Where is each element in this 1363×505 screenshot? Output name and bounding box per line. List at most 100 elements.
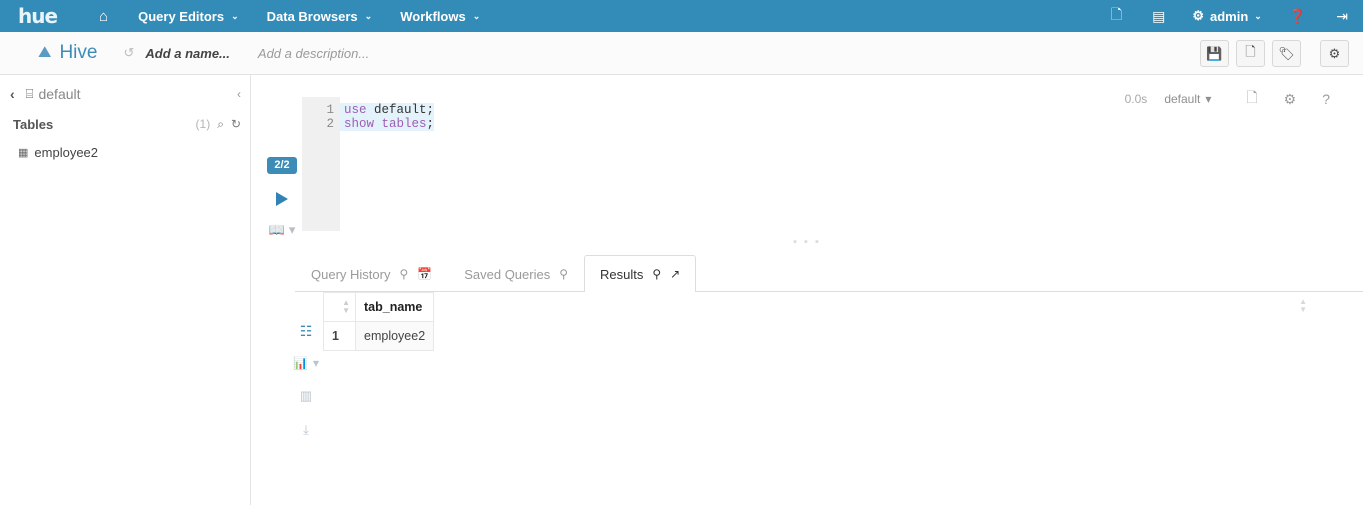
database-name: default <box>38 86 81 102</box>
search-icon[interactable]: ⚲ <box>652 267 661 281</box>
code-line: 1 use default; <box>302 103 1002 117</box>
run-icon[interactable] <box>276 192 288 206</box>
chevron-down-icon: ▾ <box>288 222 296 237</box>
sort-icon: ▲ ▼ <box>342 298 350 315</box>
chart-icon: 📊 <box>293 356 308 370</box>
table-header-row: ▲ ▼ tab_name <box>323 292 435 322</box>
logout-icon[interactable]: ⇥ <box>1321 0 1363 32</box>
tab-saved-queries[interactable]: Saved Queries ⚲ <box>448 255 584 292</box>
tables-count: (1) <box>195 117 211 131</box>
user-menu-label: admin <box>1209 8 1249 24</box>
editor-code-area[interactable]: 1 use default; 2 show tables; <box>302 103 1002 131</box>
gear-icon: ⚙ <box>1192 8 1204 23</box>
results-panel: ☷ 📊 ▾ ▥ ⤓ ▲ ▼ ▲ ▼ tab_name 1 employee2 <box>251 292 1363 505</box>
nav-item-workflows[interactable]: Workflows ⌄ <box>386 0 494 32</box>
nav-item-label: Query Editors <box>138 8 225 24</box>
sql-keyword: tables <box>374 117 427 131</box>
cell-tab-name: employee2 <box>354 321 435 351</box>
line-number: 1 <box>326 103 334 117</box>
expand-icon[interactable]: ↗ <box>670 267 680 281</box>
results-sort-indicator[interactable]: ▲ ▼ <box>1299 298 1307 314</box>
code-line: 2 show tables; <box>302 117 1002 131</box>
columns-view-icon[interactable]: ▥ <box>300 389 312 402</box>
sql-keyword: show <box>344 117 375 131</box>
nav-item-data-browsers[interactable]: Data Browsers ⌄ <box>253 0 387 32</box>
results-table: ▲ ▼ tab_name 1 employee2 <box>323 292 435 351</box>
query-description-input[interactable]: Add a description... <box>258 46 369 61</box>
execute-controls: 2/2 📖 ▾ <box>259 157 305 238</box>
grid-view-icon[interactable]: ☷ <box>300 324 313 338</box>
editor-document-icon[interactable]: 🗋 <box>1233 87 1270 111</box>
editor-help-icon[interactable]: ? <box>1309 91 1343 107</box>
new-query-button[interactable]: 🗋 <box>1236 40 1265 67</box>
jobs-icon[interactable]: ▤ <box>1137 0 1180 32</box>
panel-splitter-handle[interactable]: ▪ ▪ ▪ <box>251 237 1363 248</box>
search-icon[interactable]: ⚲ <box>399 267 408 281</box>
results-table-head: ▲ ▼ tab_name <box>323 292 435 322</box>
database-selector[interactable]: default ▾ <box>1164 92 1233 106</box>
line-number: 2 <box>326 117 334 131</box>
sidebar-tables-actions: (1) ⌕ ↻ <box>196 117 241 132</box>
row-number-header[interactable]: ▲ ▼ <box>323 292 356 322</box>
tab-results[interactable]: Results ⚲ ↗ <box>584 255 697 292</box>
hue-logo[interactable]: hue <box>18 6 58 26</box>
chart-view-control[interactable]: 📊 ▾ <box>293 356 319 370</box>
editor-meta-bar: 0.0s default ▾ 🗋 ⚙ ? <box>1125 87 1343 111</box>
query-name-input[interactable]: Add a name... <box>145 46 230 61</box>
chevron-down-icon: ▾ <box>1205 92 1212 106</box>
editor-settings-icon[interactable]: ⚙ <box>1271 91 1310 108</box>
help-icon[interactable]: ❓ <box>1274 0 1321 32</box>
tab-label: Saved Queries <box>464 266 551 282</box>
chevron-down-icon: ⌄ <box>472 10 481 21</box>
database-icon: ⌸ <box>25 86 34 101</box>
column-header-tab-name[interactable]: tab_name <box>354 292 435 322</box>
nav-item-query-editors[interactable]: Query Editors ⌄ <box>124 0 253 32</box>
sidebar-item-label: employee2 <box>34 145 99 160</box>
app-header-bar: ⛰ Hive ↺ Add a name... Add a description… <box>0 32 1363 75</box>
explain-control[interactable]: 📖 ▾ <box>269 222 296 238</box>
user-menu[interactable]: ⚙ admin ⌄ <box>1180 0 1274 32</box>
app-title: Hive <box>59 42 98 63</box>
page-body: ‹ ⌸ default ‹ Tables (1) ⌕ ↻ ▦ employee2… <box>0 75 1363 505</box>
code-line-text: show tables; <box>340 117 435 131</box>
back-chevron-icon[interactable]: ‹ <box>10 86 15 102</box>
chevron-down-icon: ▾ <box>312 356 319 370</box>
refresh-icon[interactable]: ↻ <box>231 117 241 131</box>
settings-button[interactable]: ⚙ <box>1320 40 1349 67</box>
search-icon[interactable]: ⌕ <box>217 117 224 132</box>
sidebar-item-employee2[interactable]: ▦ employee2 <box>0 140 250 165</box>
chevron-down-icon: ⌄ <box>231 10 239 21</box>
collapse-sidebar-icon[interactable]: ‹ <box>237 87 241 101</box>
tab-label: Query History <box>311 266 391 282</box>
hive-icon: ⛰ <box>38 44 52 61</box>
splitter-dots: ▪ ▪ ▪ <box>793 236 821 248</box>
sidebar-database-row[interactable]: ‹ ⌸ default ‹ <box>0 81 250 107</box>
results-table-body: 1 employee2 <box>323 321 435 351</box>
top-navigation-right: 🗋 ▤ ⚙ admin ⌄ ❓ ⇥ <box>1096 0 1363 32</box>
sql-identifier: default <box>366 103 427 117</box>
history-icon[interactable]: ↺ <box>123 45 134 61</box>
search-icon[interactable]: ⚲ <box>559 267 568 281</box>
calendar-icon[interactable]: 📅 <box>417 267 432 281</box>
tab-label: Results <box>600 266 644 282</box>
main-panel: 0.0s default ▾ 🗋 ⚙ ? 2/2 📖 ▾ 1 use defau… <box>251 75 1363 505</box>
database-selector-label: default <box>1164 92 1201 106</box>
book-icon: 📖 <box>268 222 285 237</box>
nav-item-label: Workflows <box>400 8 466 24</box>
sidebar-section-label: Tables <box>13 116 54 132</box>
sql-keyword: use <box>344 103 367 117</box>
documents-icon[interactable]: 🗋 <box>1096 0 1137 32</box>
tab-query-history[interactable]: Query History ⚲ 📅 <box>295 255 448 292</box>
chevron-down-icon: ⌄ <box>364 10 373 21</box>
sql-punctuation: ; <box>426 103 435 117</box>
statement-counter-badge[interactable]: 2/2 <box>267 157 297 174</box>
home-icon[interactable]: ⌂ <box>83 9 124 24</box>
save-button[interactable]: 💾 <box>1200 40 1229 67</box>
download-icon[interactable]: ⤓ <box>303 423 309 436</box>
execution-duration: 0.0s <box>1124 92 1148 106</box>
chevron-down-icon: ⌄ <box>1254 10 1262 21</box>
assist-sidebar: ‹ ⌸ default ‹ Tables (1) ⌕ ↻ ▦ employee2 <box>0 75 251 505</box>
tag-button[interactable]: 🏷 <box>1272 40 1301 67</box>
row-number: 1 <box>323 321 356 351</box>
table-row[interactable]: 1 employee2 <box>323 321 435 351</box>
